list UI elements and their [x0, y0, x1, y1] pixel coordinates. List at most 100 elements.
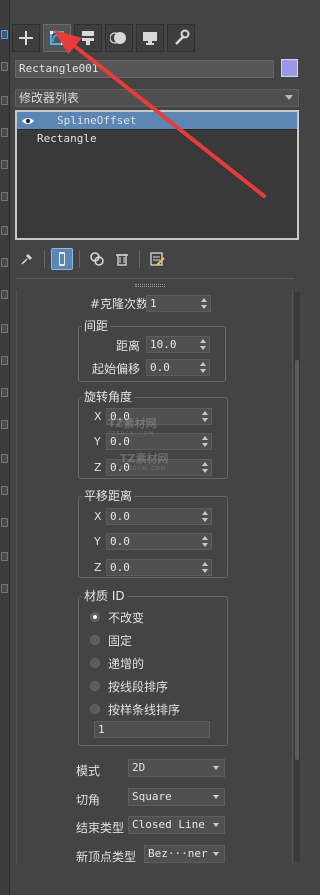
rotation-group-title: 旋转角度 [82, 390, 135, 404]
object-name-field[interactable]: Rectangle001 [15, 60, 274, 78]
dock-button[interactable] [1, 486, 8, 495]
translation-z-spinner[interactable]: 0.0 [106, 559, 212, 576]
dock-button[interactable] [1, 584, 8, 593]
dock-button[interactable] [1, 356, 8, 365]
stack-item-splineoffset[interactable]: SplineOffset [17, 112, 297, 130]
dock-button[interactable] [1, 128, 8, 137]
material-id-field[interactable]: 1 [94, 721, 210, 738]
watermark: TZ素材网 TZSUCAI.COM [108, 415, 156, 437]
spinner-arrows-icon[interactable] [200, 339, 206, 350]
translation-y-spinner[interactable]: 0.0 [106, 533, 212, 550]
radio-label: 固定 [108, 634, 133, 648]
rotation-y-label: Y [94, 435, 101, 448]
rollout-grip[interactable] [135, 284, 165, 287]
stack-item-rectangle[interactable]: Rectangle [17, 130, 297, 148]
watermark: TZ素材网 TZSUCAI.COM [120, 450, 168, 472]
eye-icon[interactable] [21, 115, 35, 127]
object-color-swatch[interactable] [281, 59, 298, 77]
tab-create[interactable] [12, 24, 40, 52]
dock-button[interactable] [1, 258, 8, 267]
watermark-text: TZ素材网 [108, 417, 157, 430]
dock-button[interactable] [1, 30, 8, 39]
mode-dropdown[interactable]: 2D [128, 759, 225, 777]
radio-label: 不改变 [108, 611, 145, 625]
motion-icon [110, 32, 126, 44]
dock-button[interactable] [1, 62, 8, 71]
pin-icon [21, 254, 32, 265]
tab-modify[interactable] [43, 24, 71, 52]
dock-button[interactable] [1, 518, 8, 527]
material-id-value: 1 [98, 723, 105, 736]
distance-spinner[interactable]: 10.0 [146, 336, 210, 353]
spinner-arrows-icon[interactable] [200, 362, 206, 373]
show-end-result-button[interactable] [51, 248, 73, 270]
pin-stack-button[interactable] [16, 248, 38, 270]
chevron-down-icon [213, 852, 219, 856]
dock-button[interactable] [1, 388, 8, 397]
spinner-arrows-icon[interactable] [202, 411, 208, 422]
modify-icon [50, 31, 64, 45]
panel-scrollbar-thumb[interactable] [295, 360, 299, 760]
dock-button[interactable] [1, 290, 8, 299]
radio-label: 递增的 [108, 657, 145, 671]
spinner-arrows-icon[interactable] [202, 462, 208, 473]
spinner-arrows-icon[interactable] [202, 562, 208, 573]
radio-fixed[interactable] [90, 635, 100, 645]
start-offset-value: 0.0 [150, 361, 170, 374]
spinner-arrows-icon[interactable] [202, 511, 208, 522]
chevron-down-icon [213, 795, 219, 799]
dock-button[interactable] [1, 160, 8, 169]
radio-no-change[interactable] [90, 612, 100, 622]
tab-hierarchy[interactable] [74, 24, 102, 52]
modifier-list-dropdown[interactable]: 修改器列表 [15, 89, 299, 107]
watermark-subtext: TZSUCAI.COM [120, 466, 167, 472]
tab-utilities[interactable] [167, 24, 195, 52]
end-type-value: Closed Line [132, 818, 205, 831]
chevron-down-icon [213, 823, 219, 827]
dock-button[interactable] [1, 454, 8, 463]
tab-display[interactable] [136, 24, 164, 52]
toolbar-separator [79, 250, 80, 268]
configure-modifier-sets-button[interactable] [146, 248, 168, 270]
stack-item-label: Rectangle [37, 132, 97, 145]
rotation-x-label: X [94, 410, 102, 423]
translation-group-title: 平移距离 [82, 489, 135, 503]
rotation-z-label: Z [94, 461, 102, 474]
radio-by-spline[interactable] [90, 704, 100, 714]
chamfer-label: 切角 [76, 793, 101, 807]
show-end-result-icon [59, 252, 65, 266]
clone-count-spinner[interactable]: 1 [146, 295, 211, 312]
spinner-arrows-icon[interactable] [201, 298, 207, 309]
new-vertex-type-dropdown[interactable]: Bez···ner [144, 845, 225, 863]
dock-button[interactable] [1, 96, 8, 105]
translation-z-value: 0.0 [110, 561, 130, 574]
dock-button[interactable] [1, 192, 8, 201]
remove-modifier-button[interactable] [111, 248, 133, 270]
radio-by-segment[interactable] [90, 681, 100, 691]
distance-label: 距离 [116, 339, 141, 353]
chamfer-dropdown[interactable]: Square [128, 788, 225, 806]
clone-count-label: #克隆次数 [90, 297, 149, 311]
dock-button[interactable] [1, 420, 8, 429]
chamfer-value: Square [132, 790, 172, 803]
spacing-group-title: 间距 [82, 319, 111, 333]
modifier-stack: SplineOffset Rectangle [15, 110, 299, 240]
start-offset-spinner[interactable]: 0.0 [146, 359, 210, 376]
radio-incremental[interactable] [90, 658, 100, 668]
tab-motion[interactable] [105, 24, 133, 52]
chevron-down-icon [285, 95, 293, 100]
command-panel-tabs [12, 24, 195, 52]
make-unique-button[interactable] [86, 248, 108, 270]
dock-button[interactable] [1, 324, 8, 333]
translation-x-value: 0.0 [110, 510, 130, 523]
translation-y-value: 0.0 [110, 535, 130, 548]
dock-button[interactable] [1, 552, 8, 561]
end-type-dropdown[interactable]: Closed Line [128, 816, 225, 834]
translation-x-spinner[interactable]: 0.0 [106, 508, 212, 525]
spinner-arrows-icon[interactable] [202, 536, 208, 547]
spinner-arrows-icon[interactable] [202, 436, 208, 447]
stack-toolbar [16, 248, 168, 270]
toolbar-separator [44, 250, 45, 268]
dock-button[interactable] [1, 226, 8, 235]
chevron-down-icon [213, 766, 219, 770]
